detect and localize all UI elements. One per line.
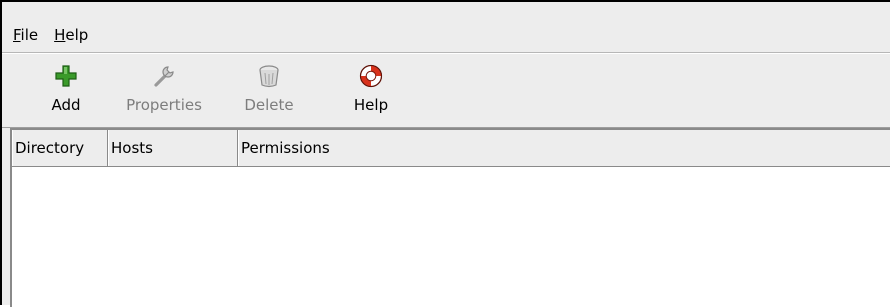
menu-bar: File Help xyxy=(2,20,890,50)
lifebuoy-icon xyxy=(359,64,383,88)
help-button-label: Help xyxy=(353,96,389,114)
toolbar: Add Properties Delete Help xyxy=(2,55,890,125)
wrench-icon xyxy=(154,66,174,87)
add-icon xyxy=(55,65,77,87)
add-button[interactable]: Add xyxy=(16,63,116,123)
main-window: File Help Add Properties Delete Help Dir… xyxy=(0,0,890,307)
menu-file-mnemonic: F xyxy=(13,26,21,44)
column-header-directory[interactable]: Directory xyxy=(12,130,108,166)
menu-file[interactable]: File xyxy=(13,26,38,44)
shares-table[interactable]: Directory Hosts Permissions xyxy=(10,128,890,307)
trash-icon xyxy=(259,65,279,88)
table-body[interactable] xyxy=(12,167,890,307)
menu-help[interactable]: Help xyxy=(54,26,88,44)
help-button[interactable]: Help xyxy=(321,63,421,123)
menu-help-mnemonic: H xyxy=(54,26,66,44)
delete-button-label: Delete xyxy=(244,96,294,114)
column-header-hosts[interactable]: Hosts xyxy=(108,130,238,166)
column-header-permissions[interactable]: Permissions xyxy=(238,130,890,166)
properties-button-label: Properties xyxy=(126,96,202,114)
delete-button[interactable]: Delete xyxy=(219,63,319,123)
menu-separator xyxy=(2,52,890,54)
table-header: Directory Hosts Permissions xyxy=(12,130,890,167)
add-button-label: Add xyxy=(51,96,81,114)
menu-help-label: elp xyxy=(65,26,89,44)
properties-button[interactable]: Properties xyxy=(114,63,214,123)
menu-file-label: ile xyxy=(20,26,39,44)
